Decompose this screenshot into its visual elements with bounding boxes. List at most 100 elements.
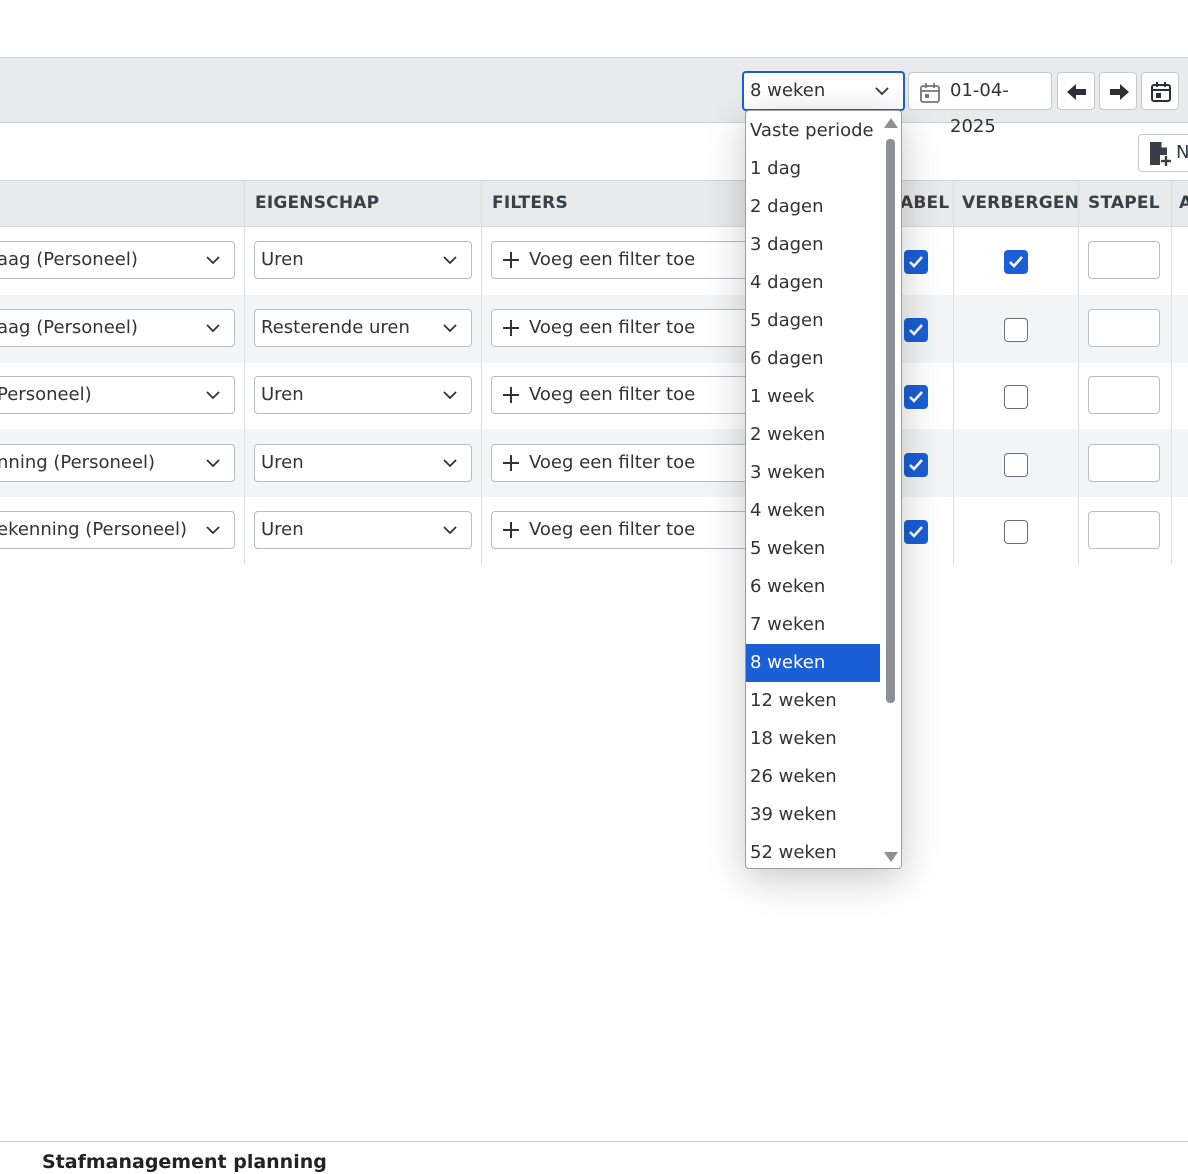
verbergen-checkbox[interactable] bbox=[1004, 453, 1028, 477]
property-select[interactable]: Resterende uren bbox=[254, 309, 472, 347]
property-select-value: Resterende uren bbox=[261, 317, 410, 338]
period-option[interactable]: 2 dagen bbox=[746, 188, 880, 226]
period-option[interactable]: 26 weken bbox=[746, 758, 880, 796]
period-option[interactable]: 39 weken bbox=[746, 796, 880, 834]
add-filter-button[interactable]: Voeg een filter toe bbox=[491, 241, 761, 279]
stapel-input[interactable] bbox=[1088, 241, 1160, 279]
period-option[interactable]: 4 dagen bbox=[746, 264, 880, 302]
add-filter-label: Voeg een filter toe bbox=[529, 519, 696, 540]
column-divider bbox=[244, 180, 245, 564]
chevron-down-icon bbox=[202, 512, 220, 548]
stapel-input[interactable] bbox=[1088, 309, 1160, 347]
source-select[interactable]: ekenning (Personeel) bbox=[0, 511, 235, 549]
next-period-button[interactable] bbox=[1099, 72, 1137, 110]
date-value: 01-04-2025 bbox=[950, 80, 1009, 137]
tabel-checkbox[interactable] bbox=[904, 250, 928, 274]
plus-icon bbox=[503, 455, 519, 471]
verbergen-checkbox[interactable] bbox=[1004, 250, 1028, 274]
new-item-button[interactable]: N bbox=[1138, 134, 1188, 172]
scroll-up-arrow-icon[interactable] bbox=[883, 117, 899, 129]
add-filter-label: Voeg een filter toe bbox=[529, 384, 696, 405]
property-select[interactable]: Uren bbox=[254, 241, 472, 279]
stapel-input[interactable] bbox=[1088, 511, 1160, 549]
period-option[interactable]: 3 dagen bbox=[746, 226, 880, 264]
column-divider bbox=[481, 180, 482, 564]
period-option[interactable]: 52 weken bbox=[746, 834, 880, 868]
column-divider bbox=[1078, 180, 1079, 564]
period-option[interactable]: 18 weken bbox=[746, 720, 880, 758]
property-select-value: Uren bbox=[261, 249, 304, 270]
property-select[interactable]: Uren bbox=[254, 511, 472, 549]
chevron-down-icon bbox=[439, 512, 457, 548]
period-option[interactable]: 2 weken bbox=[746, 416, 880, 454]
stapel-input[interactable] bbox=[1088, 376, 1160, 414]
source-select-value: Personeel) bbox=[0, 384, 92, 405]
date-picker-input[interactable]: 01-04-2025 bbox=[908, 72, 1052, 137]
column-header-verbergen: VERBERGEN bbox=[962, 193, 1080, 213]
period-option[interactable]: 12 weken bbox=[746, 682, 880, 720]
period-option[interactable]: 1 week bbox=[746, 378, 880, 416]
scroll-down-arrow-icon[interactable] bbox=[883, 851, 899, 863]
property-select[interactable]: Uren bbox=[254, 444, 472, 482]
verbergen-checkbox[interactable] bbox=[1004, 520, 1028, 544]
add-filter-button[interactable]: Voeg een filter toe bbox=[491, 444, 761, 482]
add-file-icon bbox=[1150, 142, 1171, 166]
stapel-input[interactable] bbox=[1088, 444, 1160, 482]
tabel-checkbox[interactable] bbox=[904, 385, 928, 409]
period-dropdown-list[interactable]: Vaste periode 1 dag 2 dagen 3 dagen 4 da… bbox=[745, 110, 902, 869]
period-option[interactable]: 5 weken bbox=[746, 530, 880, 568]
dropdown-scrollbar-thumb[interactable] bbox=[886, 139, 895, 703]
source-select-value: nning (Personeel) bbox=[0, 452, 156, 473]
today-button[interactable] bbox=[1141, 72, 1179, 110]
period-option[interactable]: Vaste periode bbox=[746, 112, 880, 150]
period-option[interactable]: 4 weken bbox=[746, 492, 880, 530]
arrow-right-icon bbox=[1110, 84, 1129, 100]
period-option[interactable]: 3 weken bbox=[746, 454, 880, 492]
source-select[interactable]: nning (Personeel) bbox=[0, 444, 235, 482]
property-select[interactable]: Uren bbox=[254, 376, 472, 414]
property-select-value: Uren bbox=[261, 519, 304, 540]
column-header-tabel: ABEL bbox=[900, 193, 950, 213]
calendar-today-icon bbox=[1151, 82, 1171, 102]
period-option[interactable]: 6 dagen bbox=[746, 340, 880, 378]
period-option-selected[interactable]: 8 weken bbox=[746, 644, 880, 682]
source-select-value: aag (Personeel) bbox=[0, 317, 138, 338]
plus-icon bbox=[503, 522, 519, 538]
column-divider bbox=[953, 180, 954, 564]
property-select-value: Uren bbox=[261, 384, 304, 405]
plus-icon bbox=[503, 320, 519, 336]
plus-icon bbox=[503, 387, 519, 403]
chevron-down-icon bbox=[202, 310, 220, 346]
chevron-down-icon bbox=[439, 242, 457, 278]
source-select-value: ekenning (Personeel) bbox=[0, 519, 187, 540]
source-select[interactable]: aag (Personeel) bbox=[0, 309, 235, 347]
period-option[interactable]: 1 dag bbox=[746, 150, 880, 188]
period-option[interactable]: 6 weken bbox=[746, 568, 880, 606]
new-item-label: N bbox=[1176, 142, 1188, 163]
verbergen-checkbox[interactable] bbox=[1004, 385, 1028, 409]
period-select[interactable]: 8 weken bbox=[742, 71, 905, 111]
chevron-down-icon bbox=[439, 377, 457, 413]
add-filter-button[interactable]: Voeg een filter toe bbox=[491, 309, 761, 347]
column-header-filters: FILTERS bbox=[492, 193, 568, 213]
arrow-left-icon bbox=[1067, 84, 1086, 100]
source-select[interactable]: Personeel) bbox=[0, 376, 235, 414]
chevron-down-icon bbox=[202, 377, 220, 413]
tabel-checkbox[interactable] bbox=[904, 318, 928, 342]
column-header-next: A bbox=[1179, 193, 1188, 213]
tabel-checkbox[interactable] bbox=[904, 520, 928, 544]
chevron-down-icon bbox=[202, 445, 220, 481]
verbergen-checkbox[interactable] bbox=[1004, 318, 1028, 342]
previous-period-button[interactable] bbox=[1057, 72, 1095, 110]
column-divider bbox=[1171, 180, 1172, 564]
section-title: Stafmanagement planning bbox=[42, 1151, 327, 1173]
source-select[interactable]: aag (Personeel) bbox=[0, 241, 235, 279]
chevron-down-icon bbox=[439, 310, 457, 346]
period-option[interactable]: 5 dagen bbox=[746, 302, 880, 340]
tabel-checkbox[interactable] bbox=[904, 453, 928, 477]
property-select-value: Uren bbox=[261, 452, 304, 473]
add-filter-label: Voeg een filter toe bbox=[529, 317, 696, 338]
add-filter-button[interactable]: Voeg een filter toe bbox=[491, 511, 761, 549]
add-filter-button[interactable]: Voeg een filter toe bbox=[491, 376, 761, 414]
period-option[interactable]: 7 weken bbox=[746, 606, 880, 644]
